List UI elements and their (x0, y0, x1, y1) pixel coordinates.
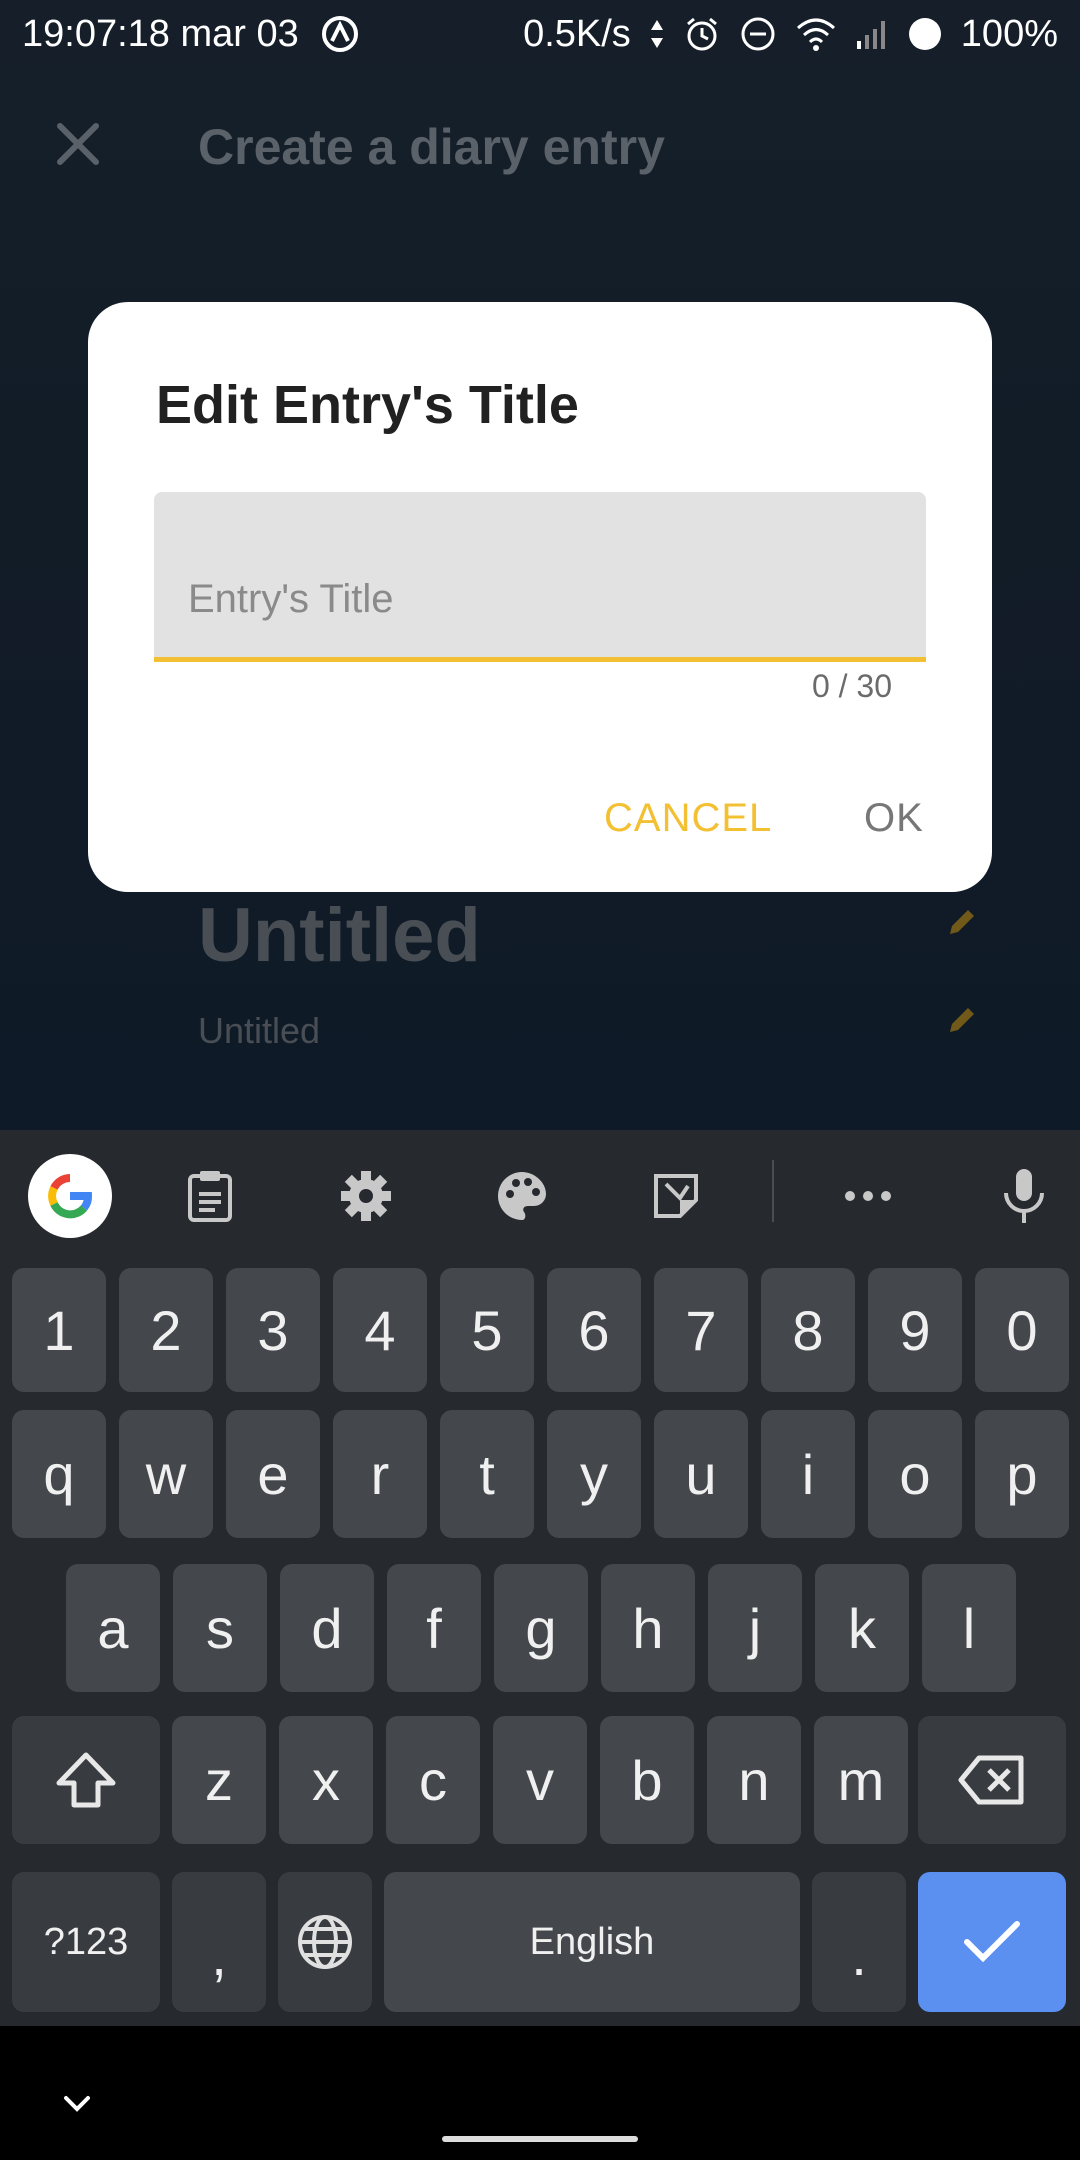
letter-key-r[interactable]: r (333, 1410, 427, 1538)
status-time: 19:07:18 mar 03 (22, 12, 299, 55)
number-key-2[interactable]: 2 (119, 1268, 213, 1392)
letter-key-f[interactable]: f (387, 1564, 481, 1692)
period-key[interactable]: . (812, 1872, 906, 2012)
letter-key-c[interactable]: c (386, 1716, 480, 1844)
number-key-4[interactable]: 4 (333, 1268, 427, 1392)
sticker-icon (654, 1174, 698, 1218)
letter-key-w[interactable]: w (119, 1410, 213, 1538)
google-icon (28, 1154, 112, 1238)
symbols-key[interactable]: ?123 (12, 1872, 160, 2012)
title-field[interactable] (154, 492, 926, 662)
settings-button[interactable] (324, 1154, 408, 1238)
google-button[interactable] (28, 1154, 112, 1238)
language-key[interactable] (278, 1872, 372, 2012)
dialog-title: Edit Entry's Title (156, 375, 579, 435)
ok-button[interactable]: OK (864, 796, 924, 841)
number-key-8[interactable]: 8 (761, 1268, 855, 1392)
shift-icon (56, 1752, 116, 1808)
number-key-7[interactable]: 7 (654, 1268, 748, 1392)
cancel-button[interactable]: CANCEL (604, 796, 772, 841)
letter-key-h[interactable]: h (601, 1564, 695, 1692)
more-button[interactable] (826, 1154, 910, 1238)
letter-key-k[interactable]: k (815, 1564, 909, 1692)
keyboard: ?123 , English . 1234567890 qwertyuiop asd… (0, 1130, 1080, 2026)
sticker-button[interactable] (634, 1154, 718, 1238)
letter-key-v[interactable]: v (493, 1716, 587, 1844)
theme-button[interactable] (480, 1154, 564, 1238)
letter-key-e[interactable]: e (226, 1410, 320, 1538)
navigation-bar (0, 2026, 1080, 2160)
letter-key-n[interactable]: n (707, 1716, 801, 1844)
keyboard-toolbar (0, 1130, 1080, 1248)
number-key-9[interactable]: 9 (868, 1268, 962, 1392)
voice-input-button[interactable] (982, 1154, 1066, 1238)
checkmark-icon (964, 1921, 1020, 1963)
letter-key-j[interactable]: j (708, 1564, 802, 1692)
letter-key-x[interactable]: x (279, 1716, 373, 1844)
letter-key-q[interactable]: q (12, 1410, 106, 1538)
letter-key-t[interactable]: t (440, 1410, 534, 1538)
signal-icon (855, 17, 889, 51)
sync-icon (319, 13, 361, 55)
letter-key-s[interactable]: s (173, 1564, 267, 1692)
letter-key-l[interactable]: l (922, 1564, 1016, 1692)
wifi-icon (795, 16, 837, 52)
toolbar-divider (772, 1160, 774, 1222)
letter-key-o[interactable]: o (868, 1410, 962, 1538)
battery-icon (907, 16, 943, 52)
letter-key-u[interactable]: u (654, 1410, 748, 1538)
palette-icon (498, 1172, 546, 1220)
letter-key-g[interactable]: g (494, 1564, 588, 1692)
clipboard-button[interactable] (168, 1154, 252, 1238)
alarm-icon (683, 15, 721, 53)
character-counter: 0 / 30 (811, 668, 892, 704)
status-bar: 19:07:18 mar 03 0.5K/s 100% (0, 0, 1080, 68)
comma-key[interactable]: , (172, 1872, 266, 2012)
number-key-6[interactable]: 6 (547, 1268, 641, 1392)
more-horizontal-icon (845, 1191, 891, 1201)
data-arrows-icon (649, 18, 665, 50)
backspace-key[interactable] (918, 1716, 1066, 1844)
number-key-0[interactable]: 0 (975, 1268, 1069, 1392)
shift-key[interactable] (12, 1716, 160, 1844)
letter-key-m[interactable]: m (814, 1716, 908, 1844)
chevron-down-icon (64, 2096, 90, 2112)
clipboard-icon (188, 1171, 232, 1222)
space-key[interactable]: English (384, 1872, 800, 2012)
letter-key-i[interactable]: i (761, 1410, 855, 1538)
letter-key-d[interactable]: d (280, 1564, 374, 1692)
net-speed: 0.5K/s (523, 12, 631, 55)
microphone-icon (1004, 1169, 1044, 1223)
enter-key[interactable] (918, 1872, 1066, 2012)
number-key-1[interactable]: 1 (12, 1268, 106, 1392)
dnd-icon (739, 15, 777, 53)
hide-keyboard-button[interactable] (52, 2090, 102, 2120)
globe-icon (298, 1915, 352, 1969)
gear-icon (341, 1171, 391, 1221)
letter-key-a[interactable]: a (66, 1564, 160, 1692)
title-input[interactable] (188, 564, 888, 634)
edit-title-dialog: Edit Entry's Title 0 / 30 CANCEL OK (88, 302, 992, 892)
number-key-3[interactable]: 3 (226, 1268, 320, 1392)
number-key-5[interactable]: 5 (440, 1268, 534, 1392)
letter-key-z[interactable]: z (172, 1716, 266, 1844)
letter-key-p[interactable]: p (975, 1410, 1069, 1538)
backspace-icon (958, 1755, 1024, 1805)
battery-level: 100% (960, 12, 1058, 55)
letter-key-b[interactable]: b (600, 1716, 694, 1844)
letter-key-y[interactable]: y (547, 1410, 641, 1538)
home-handle[interactable] (442, 2136, 638, 2142)
